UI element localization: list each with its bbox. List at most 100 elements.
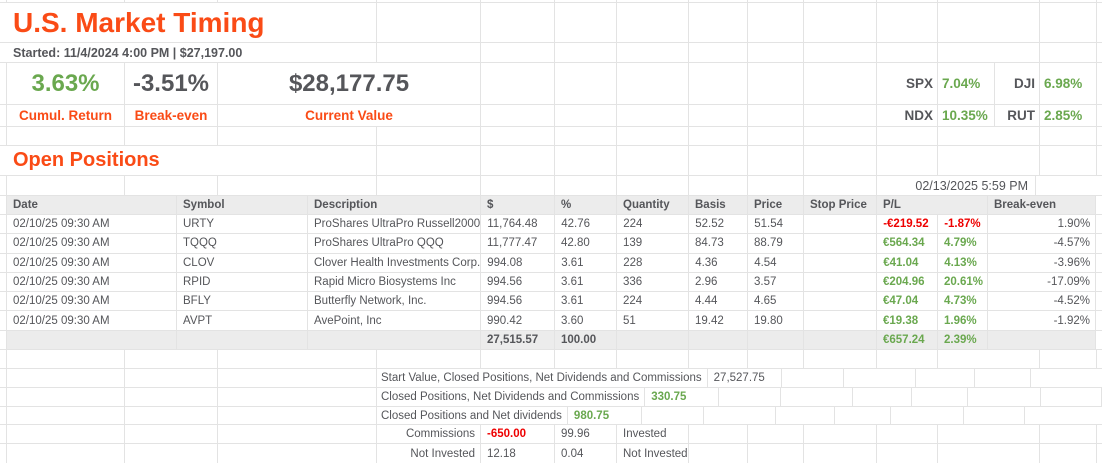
- cell-pl-pct[interactable]: 20.61%: [938, 272, 988, 292]
- cell-quantity[interactable]: 224: [617, 292, 689, 311]
- cell-break-even[interactable]: -4.52%: [988, 292, 1096, 311]
- cell-basis[interactable]: 52.52: [689, 215, 749, 234]
- cell-pl[interactable]: €204.96: [877, 272, 938, 292]
- summary-value-2[interactable]: 99.96: [555, 425, 617, 444]
- cell-stop-price[interactable]: [804, 311, 877, 330]
- cell-quantity[interactable]: 51: [617, 311, 689, 330]
- summary-value-3[interactable]: [781, 387, 854, 406]
- cell-break-even[interactable]: -3.96%: [988, 253, 1097, 272]
- cell-basis[interactable]: 2.96: [689, 272, 748, 292]
- cell-symbol[interactable]: AVPT: [177, 311, 308, 330]
- cell-break-even[interactable]: -4.57%: [988, 234, 1096, 253]
- col-header-description[interactable]: Description: [308, 196, 481, 214]
- col-header-break-even[interactable]: Break-even: [988, 196, 1096, 214]
- cell-description[interactable]: AvePoint, Inc: [308, 311, 481, 330]
- col-header-pl[interactable]: P/L: [877, 196, 988, 214]
- col-header-date[interactable]: Date: [7, 196, 177, 214]
- cell-dollar[interactable]: 11,777.47: [481, 234, 555, 253]
- col-header-pct[interactable]: %: [555, 196, 617, 214]
- summary-value[interactable]: -650.00: [481, 425, 555, 444]
- summary-value-3[interactable]: Invested: [617, 425, 689, 444]
- cell-quantity[interactable]: 139: [617, 234, 689, 253]
- cell-date[interactable]: 02/10/25 09:30 AM: [7, 253, 177, 272]
- cell-pct[interactable]: 3.61: [555, 292, 617, 311]
- cell-price[interactable]: 19.80: [748, 311, 804, 330]
- cell-break-even[interactable]: 1.90%: [988, 215, 1097, 234]
- cell-description[interactable]: Butterfly Network, Inc.: [308, 292, 481, 311]
- cell-stop-price[interactable]: [804, 292, 877, 311]
- cell-pct[interactable]: 42.76: [555, 215, 618, 234]
- cell-pl-pct[interactable]: 1.96%: [938, 311, 988, 330]
- cell-pl[interactable]: €41.04: [877, 253, 939, 272]
- cell-price[interactable]: 4.54: [748, 253, 805, 272]
- cell-price[interactable]: 51.54: [748, 215, 805, 234]
- cell-date[interactable]: 02/10/25 09:30 AM: [7, 234, 177, 253]
- cell-date[interactable]: 02/10/25 09:30 AM: [7, 292, 177, 311]
- cell-pct[interactable]: 42.80: [555, 234, 617, 253]
- col-header-stop-price[interactable]: Stop Price: [804, 196, 877, 214]
- cell-pl-pct[interactable]: -1.87%: [938, 215, 989, 234]
- cell-basis[interactable]: 19.42: [689, 311, 748, 330]
- cell-symbol[interactable]: CLOV: [177, 253, 308, 272]
- cell-quantity[interactable]: 228: [617, 253, 690, 272]
- cell-dollar[interactable]: 994.56: [481, 292, 555, 311]
- summary-value-3[interactable]: Not Invested: [617, 444, 689, 463]
- cell-price[interactable]: 88.79: [748, 234, 804, 253]
- cell-break-even[interactable]: -17.09%: [988, 272, 1096, 292]
- total-dollar[interactable]: 27,515.57: [481, 330, 555, 350]
- cell-pl[interactable]: -€219.52: [877, 215, 939, 234]
- cell-basis[interactable]: 84.73: [689, 234, 748, 253]
- cell-description[interactable]: Rapid Micro Biosystems Inc: [308, 272, 481, 292]
- cell-pct[interactable]: 3.60: [555, 311, 617, 330]
- col-header-price[interactable]: Price: [748, 196, 804, 214]
- cell-pl-pct[interactable]: 4.73%: [938, 292, 988, 311]
- col-header-basis[interactable]: Basis: [689, 196, 748, 214]
- cell-description[interactable]: ProShares UltraPro QQQ: [308, 234, 481, 253]
- summary-value[interactable]: 27,527.75: [708, 369, 782, 387]
- cell-stop-price[interactable]: [804, 234, 877, 253]
- summary-value-2[interactable]: 0.04: [555, 444, 617, 463]
- cell-date[interactable]: 02/10/25 09:30 AM: [7, 311, 177, 330]
- summary-value[interactable]: 330.75: [645, 387, 720, 406]
- cell-price[interactable]: 3.57: [748, 272, 804, 292]
- col-header-dollar[interactable]: $: [481, 196, 555, 214]
- cell-dollar[interactable]: 994.08: [481, 253, 556, 272]
- col-header-symbol[interactable]: Symbol: [177, 196, 308, 214]
- summary-value-3[interactable]: [844, 369, 916, 387]
- cell-break-even[interactable]: -1.92%: [988, 311, 1096, 330]
- summary-value-3[interactable]: [704, 406, 776, 425]
- cell-pct[interactable]: 3.61: [555, 253, 618, 272]
- summary-value[interactable]: 12.18: [481, 444, 555, 463]
- cell-symbol[interactable]: TQQQ: [177, 234, 308, 253]
- cell-description[interactable]: ProShares UltraPro Russell2000: [308, 215, 482, 234]
- cell-symbol[interactable]: RPID: [177, 272, 308, 292]
- cell-quantity[interactable]: 336: [617, 272, 689, 292]
- cell-price[interactable]: 4.65: [748, 292, 804, 311]
- cell-basis[interactable]: 4.44: [689, 292, 748, 311]
- cell-quantity[interactable]: 224: [617, 215, 690, 234]
- cell-symbol[interactable]: BFLY: [177, 292, 308, 311]
- cell-dollar[interactable]: 11,764.48: [481, 215, 556, 234]
- cell-symbol[interactable]: URTY: [177, 215, 308, 234]
- cell-date[interactable]: 02/10/25 09:30 AM: [7, 215, 177, 234]
- cell-pl[interactable]: €564.34: [877, 234, 938, 253]
- cell-date[interactable]: 02/10/25 09:30 AM: [7, 272, 177, 292]
- cell-basis[interactable]: 4.36: [689, 253, 749, 272]
- summary-value-2[interactable]: [782, 369, 844, 387]
- cell-pl-pct[interactable]: 4.13%: [938, 253, 989, 272]
- summary-value-2[interactable]: [719, 387, 782, 406]
- total-pl[interactable]: €657.24: [877, 330, 938, 350]
- total-pl-pct[interactable]: 2.39%: [938, 330, 988, 350]
- cell-pl-pct[interactable]: 4.79%: [938, 234, 988, 253]
- total-pct[interactable]: 100.00: [555, 330, 617, 350]
- cell-stop-price[interactable]: [804, 253, 878, 272]
- cell-stop-price[interactable]: [804, 272, 877, 292]
- summary-value-2[interactable]: [642, 406, 704, 425]
- cell-description[interactable]: Clover Health Investments Corp.: [308, 253, 482, 272]
- cell-pl[interactable]: €19.38: [877, 311, 938, 330]
- cell-pct[interactable]: 3.61: [555, 272, 617, 292]
- cell-pl[interactable]: €47.04: [877, 292, 938, 311]
- summary-value[interactable]: 980.75: [568, 406, 642, 425]
- cell-stop-price[interactable]: [804, 215, 878, 234]
- cell-dollar[interactable]: 990.42: [481, 311, 555, 330]
